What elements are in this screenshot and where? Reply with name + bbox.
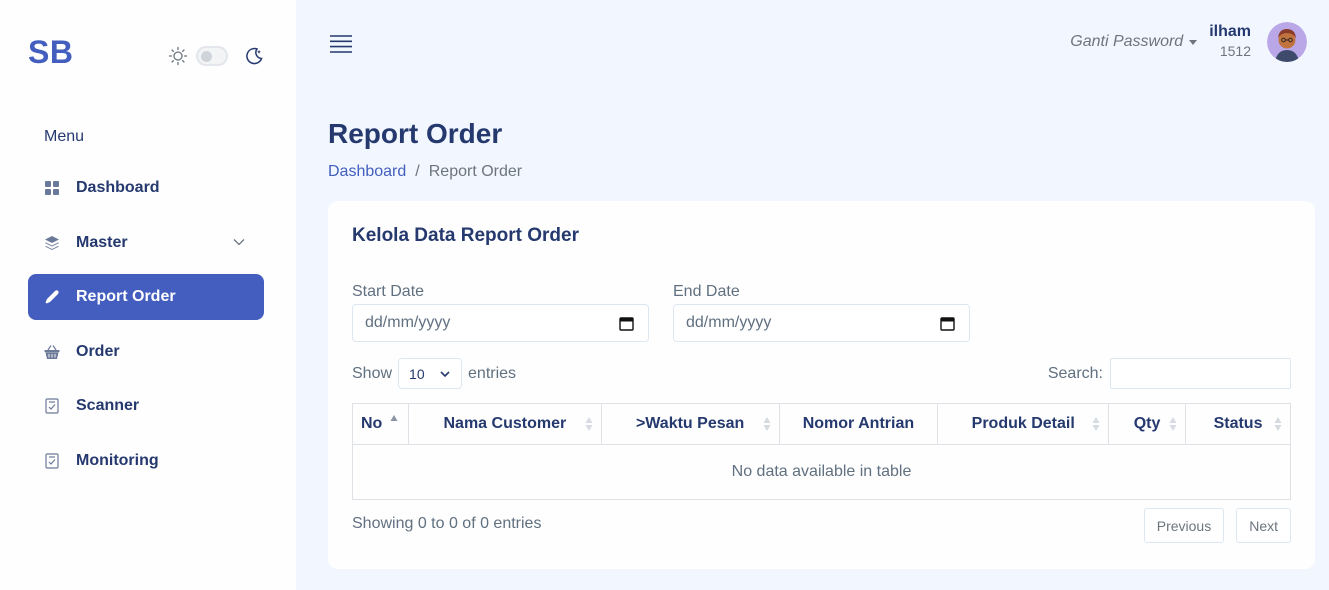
sort-icon (1092, 417, 1100, 431)
previous-button[interactable]: Previous (1143, 508, 1225, 543)
sidebar-item-scanner[interactable]: Scanner (28, 383, 264, 429)
sidebar-item-master[interactable]: Master (28, 220, 264, 266)
sort-asc-icon (390, 415, 398, 421)
column-header-nama-customer[interactable]: Nama Customer (407, 403, 602, 445)
empty-table-message: No data available in table (352, 444, 1291, 500)
column-label: Nomor Antrian (802, 415, 915, 432)
theme-toggle[interactable] (168, 45, 264, 67)
change-password-dropdown[interactable]: Ganti Password (1070, 33, 1198, 51)
chevron-down-icon (233, 238, 245, 245)
column-label: Status (1213, 415, 1263, 432)
stack-icon (45, 235, 59, 250)
sidebar-item-label: Monitoring (76, 451, 159, 469)
user-name: ilham (1209, 23, 1251, 40)
avatar-image (1267, 22, 1307, 62)
checklist-icon (45, 452, 59, 469)
end-date-value: dd/mm/yyyy (686, 314, 772, 331)
sidebar-item-report-order[interactable]: Report Order (28, 274, 264, 320)
table-header-row: No Nama Customer >Waktu Pesan Nomor Antr… (352, 403, 1291, 445)
breadcrumb-separator: / (415, 163, 420, 180)
column-label: Nama Customer (443, 415, 567, 432)
entries-length-control: Show 10 entries (352, 358, 516, 389)
switch-knob (201, 51, 212, 62)
sidebar-item-monitoring[interactable]: Monitoring (28, 438, 264, 484)
column-header-waktu-pesan[interactable]: >Waktu Pesan (600, 403, 780, 445)
sidebar-item-label: Dashboard (76, 179, 160, 196)
caret-down-icon (1189, 39, 1198, 45)
entries-label: entries (468, 364, 517, 382)
change-password-label: Ganti Password (1070, 33, 1184, 50)
brand-logo[interactable]: SB (28, 34, 73, 71)
sidebar-item-label: Master (76, 233, 128, 251)
end-date-label: End Date (673, 283, 740, 300)
pen-icon (45, 290, 59, 304)
table-search: Search: (1048, 358, 1291, 389)
sort-icon (585, 417, 593, 431)
show-label: Show (352, 364, 393, 382)
sort-icon (1169, 417, 1177, 431)
end-date-input[interactable]: dd/mm/yyyy (673, 304, 970, 342)
page-title: Report Order (328, 118, 503, 149)
pagination: Previous Next (1132, 508, 1291, 543)
sidebar-menu: Dashboard Master Report Order Order Scan… (28, 165, 264, 492)
menu-title: Menu (44, 128, 85, 145)
breadcrumb-current: Report Order (428, 163, 523, 180)
dark-mode-switch[interactable] (196, 46, 228, 66)
table-row: No data available in table (352, 444, 1291, 500)
column-header-no[interactable]: No (352, 403, 409, 445)
report-table: No Nama Customer >Waktu Pesan Nomor Antr… (352, 403, 1291, 500)
report-card: Kelola Data Report Order Start Date dd/m… (328, 201, 1315, 569)
avatar[interactable] (1267, 22, 1307, 62)
sun-icon (168, 46, 188, 66)
column-header-status[interactable]: Status (1185, 403, 1291, 445)
column-label: No (361, 415, 383, 432)
start-date-label: Start Date (352, 283, 425, 300)
user-id: 1512 (1219, 43, 1251, 59)
start-date-input[interactable]: dd/mm/yyyy (352, 304, 649, 342)
column-header-produk-detail[interactable]: Produk Detail (937, 403, 1110, 445)
entries-select[interactable]: 10 (398, 358, 463, 389)
hamburger-menu-icon[interactable] (330, 34, 352, 54)
user-area: Ganti Password ilham 1512 (1070, 22, 1307, 62)
checklist-icon (45, 398, 59, 414)
moon-icon (246, 47, 263, 65)
grid-icon (45, 181, 59, 195)
column-label: Qty (1133, 415, 1161, 432)
calendar-icon[interactable] (940, 316, 955, 331)
column-header-nomor-antrian[interactable]: Nomor Antrian (778, 403, 939, 445)
user-info: ilham 1512 (1209, 23, 1251, 61)
sort-icon (1274, 417, 1282, 431)
sidebar-item-label: Scanner (76, 397, 140, 414)
card-title: Kelola Data Report Order (352, 225, 579, 246)
sidebar-item-label: Order (76, 342, 120, 360)
sidebar-item-dashboard[interactable]: Dashboard (28, 165, 264, 211)
sidebar-item-label: Report Order (76, 288, 176, 305)
search-label: Search: (1047, 364, 1103, 382)
start-date-value: dd/mm/yyyy (365, 314, 451, 331)
chevron-down-icon (440, 371, 450, 378)
sidebar-item-order[interactable]: Order (28, 329, 264, 375)
next-button[interactable]: Next (1236, 508, 1291, 543)
column-label: Produk Detail (971, 415, 1075, 432)
column-label: >Waktu Pesan (635, 415, 745, 432)
column-header-qty[interactable]: Qty (1108, 403, 1187, 445)
basket-icon (44, 344, 60, 359)
breadcrumb-dashboard-link[interactable]: Dashboard (328, 163, 406, 181)
sidebar: SB Menu Dashboard Master Report Order Or… (0, 0, 296, 590)
sort-icon (763, 417, 771, 431)
breadcrumb: Dashboard / Report Order (328, 163, 522, 181)
entries-select-value: 10 (409, 365, 425, 382)
search-input[interactable] (1110, 358, 1291, 389)
calendar-icon[interactable] (619, 316, 634, 331)
table-info: Showing 0 to 0 of 0 entries (352, 515, 542, 532)
